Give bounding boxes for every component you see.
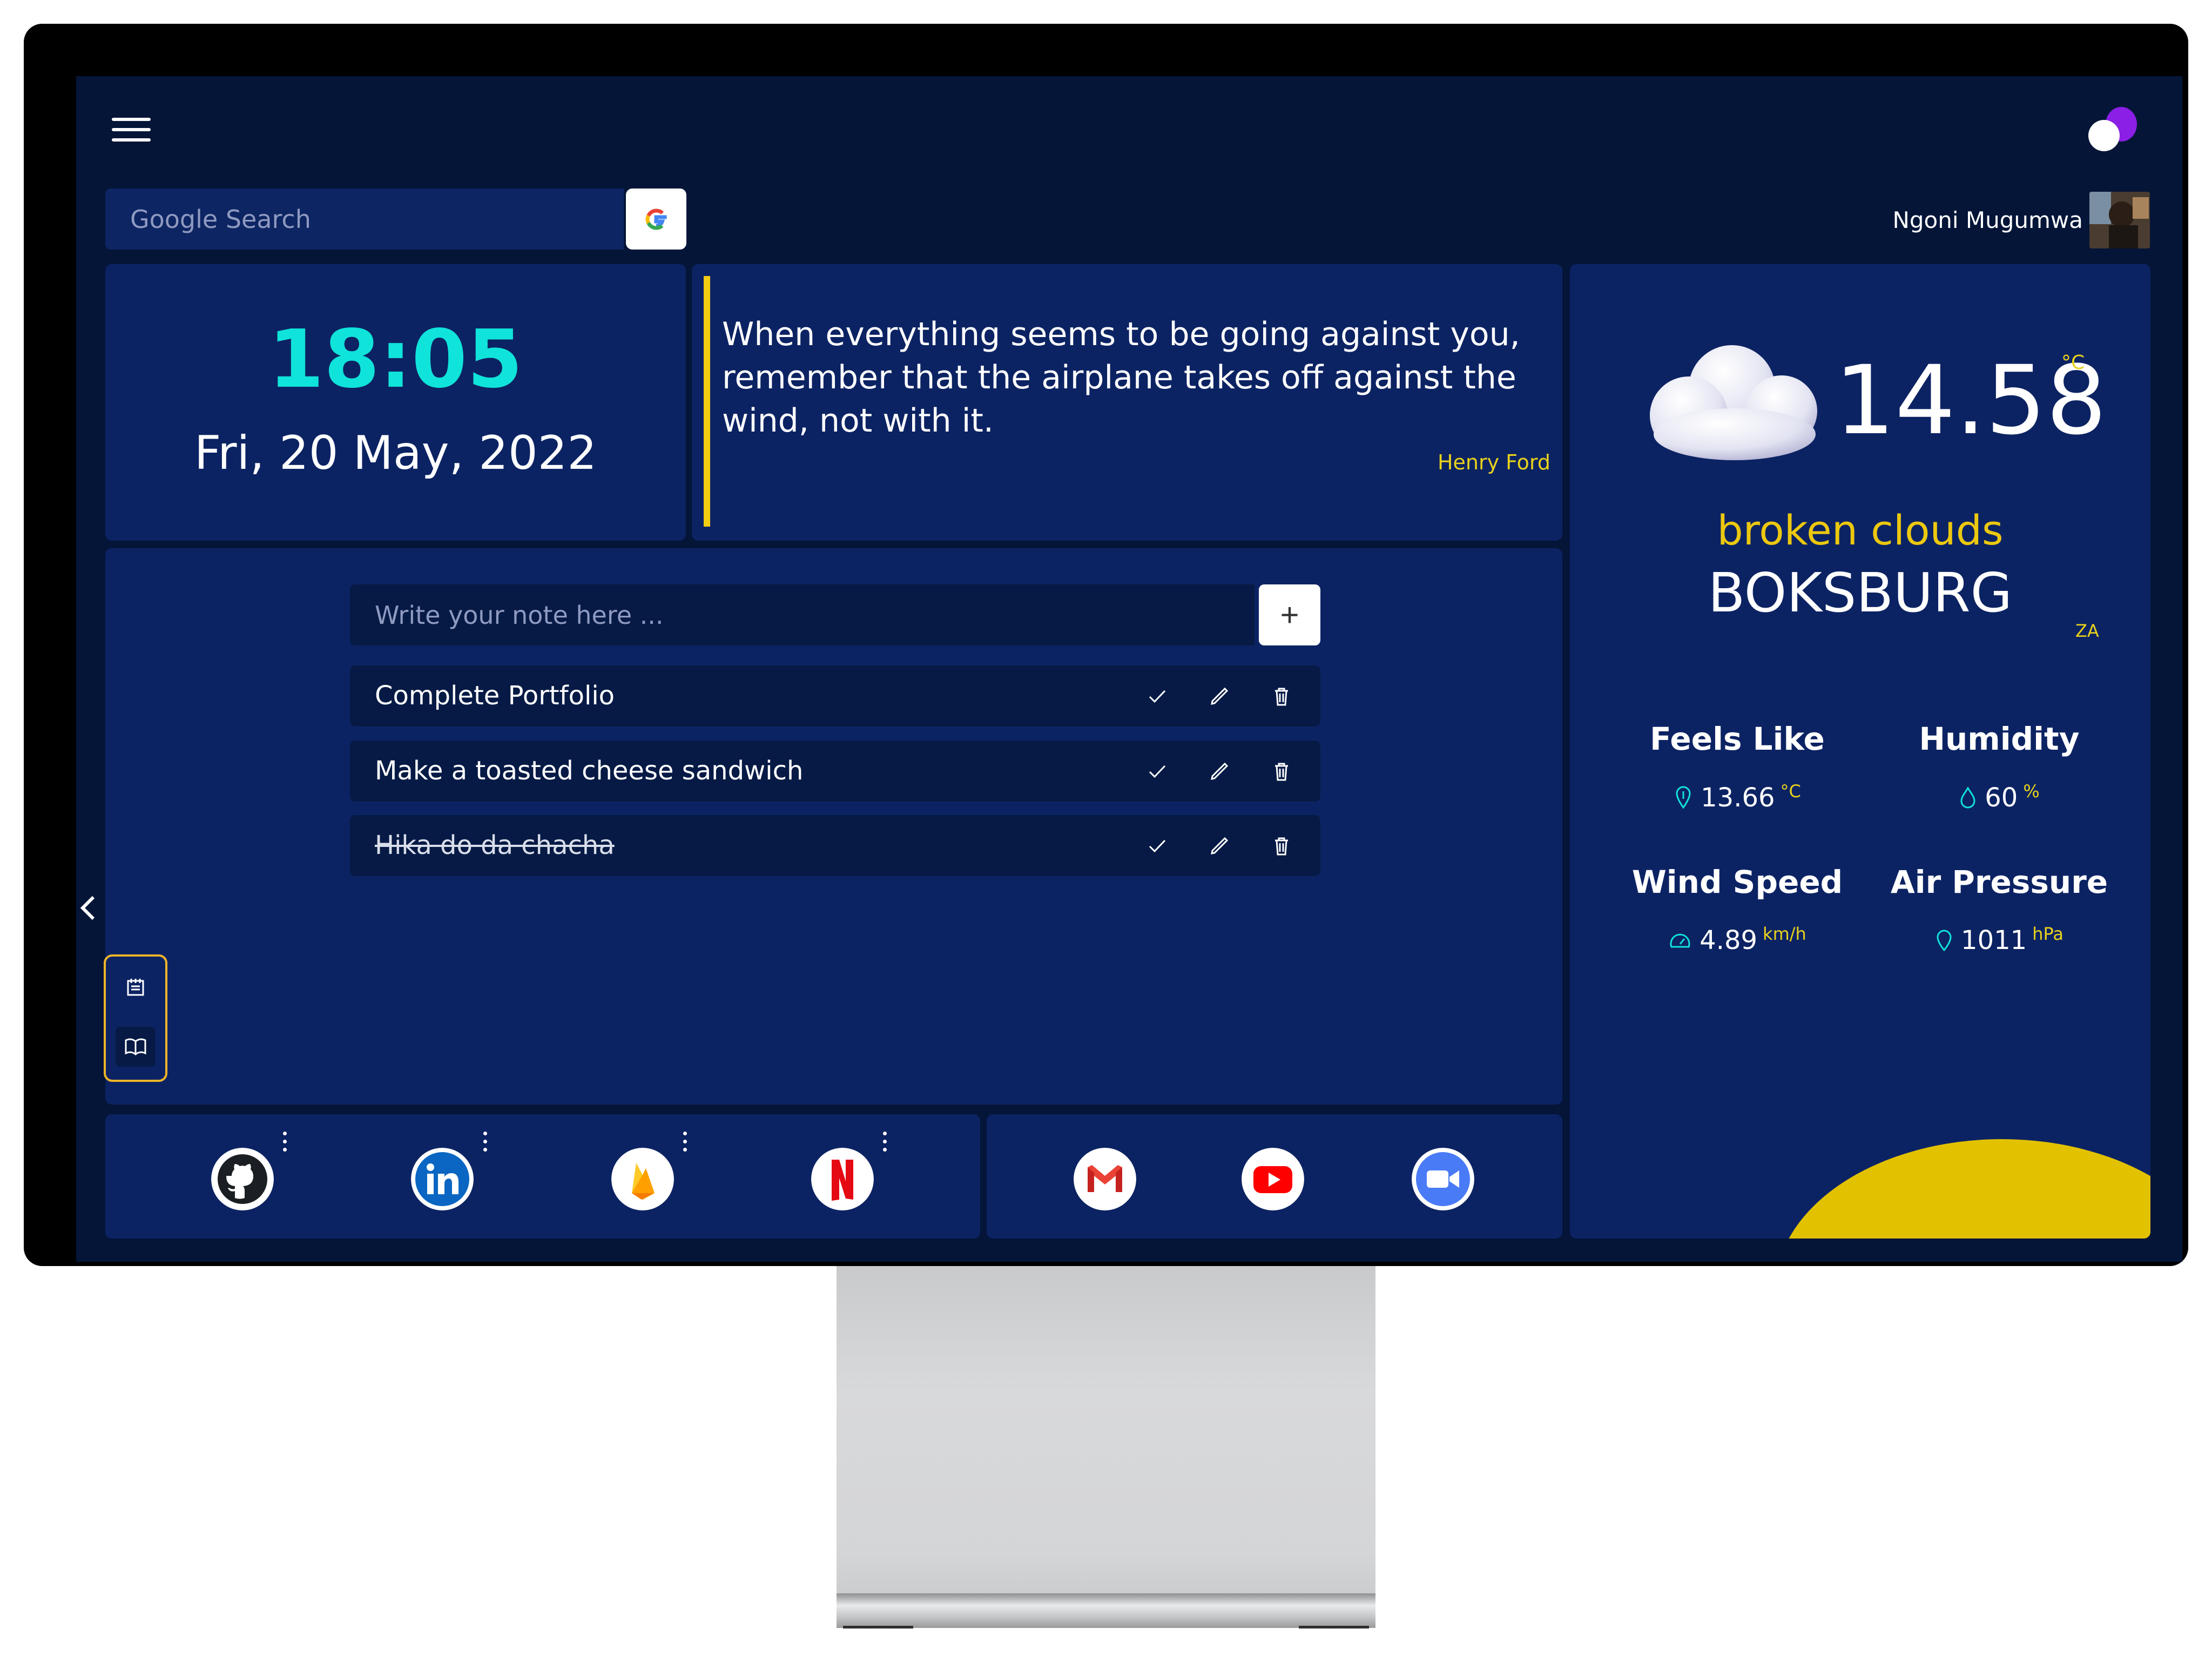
current-date: Fri, 20 May, 2022	[194, 426, 597, 480]
github-icon[interactable]	[211, 1148, 274, 1210]
menu-icon[interactable]	[112, 118, 151, 142]
book-icon[interactable]	[116, 1027, 156, 1067]
humidity-unit: %	[2023, 781, 2040, 802]
list-item: Make a toasted cheese sandwich	[350, 741, 1320, 802]
list-item: Hika do da chacha	[350, 815, 1320, 876]
side-toolbar	[104, 954, 167, 1082]
quote-panel: When everything seems to be going agains…	[692, 264, 1562, 541]
quote-accent-bar	[704, 276, 710, 527]
weather-description: broken clouds	[1717, 506, 2004, 554]
air-pressure-value: 1011	[1961, 925, 2027, 955]
check-icon[interactable]	[1142, 756, 1173, 787]
air-pressure-unit: hPa	[2032, 924, 2063, 944]
note-form: +	[350, 584, 1320, 645]
quote-text: When everything seems to be going agains…	[722, 315, 1520, 440]
wind-speed-label: Wind Speed	[1631, 864, 1843, 900]
humidity-value: 60	[1985, 783, 2018, 813]
netflix-icon[interactable]	[811, 1148, 874, 1210]
apps-panel	[987, 1114, 1562, 1239]
more-options-icon[interactable]	[679, 1132, 690, 1153]
zoom-icon[interactable]	[1412, 1148, 1474, 1210]
user-name: Ngoni Mugumwa	[1892, 207, 2083, 233]
note-text-completed: Hika do da chacha	[375, 830, 615, 860]
air-pressure-stat: 1011 hPa	[1875, 924, 2123, 955]
thermometer-icon	[1676, 786, 1691, 809]
temperature-unit: °C	[2061, 352, 2085, 374]
edit-icon[interactable]	[1204, 756, 1235, 787]
check-icon[interactable]	[1142, 681, 1173, 712]
notes-icon[interactable]	[116, 967, 156, 1007]
feels-like-stat: 13.66 °C	[1613, 781, 1862, 813]
linkedin-icon[interactable]	[411, 1148, 474, 1210]
feels-like-unit: °C	[1780, 781, 1801, 802]
clock-panel: 18:05 Fri, 20 May, 2022	[105, 264, 686, 541]
monitor-stand	[837, 1266, 1375, 1627]
stand-foot-left	[843, 1626, 913, 1628]
google-search-button[interactable]	[626, 189, 686, 250]
trash-icon[interactable]	[1266, 756, 1297, 787]
google-icon	[645, 208, 667, 230]
edit-icon[interactable]	[1204, 681, 1235, 712]
youtube-icon[interactable]	[1242, 1148, 1304, 1210]
dashboard-screen: Ngoni Mugumwa 18:05 Fri, 20 May, 2022 Wh…	[76, 76, 2182, 1262]
feels-like-label: Feels Like	[1650, 721, 1825, 757]
feels-like-value: 13.66	[1701, 783, 1775, 813]
quick-links-panel	[105, 1114, 980, 1239]
sun-arc	[1775, 1139, 2150, 1239]
note-text: Complete Portfolio	[375, 681, 615, 711]
monitor-stand-base	[837, 1593, 1375, 1628]
trash-icon[interactable]	[1266, 830, 1297, 862]
add-note-button[interactable]: +	[1259, 584, 1320, 645]
stand-foot-right	[1299, 1626, 1369, 1628]
humidity-label: Humidity	[1919, 721, 2080, 757]
theme-toggle-icon[interactable]	[2088, 107, 2137, 156]
weather-panel: 14.58 °C broken clouds BOKSBURG ZA Feels…	[1570, 264, 2150, 1239]
city-name: BOKSBURG	[1708, 561, 2013, 624]
user-profile[interactable]: Ngoni Mugumwa	[1892, 192, 2150, 248]
wind-speed-value: 4.89	[1700, 925, 1758, 955]
wind-speed-stat: 4.89 km/h	[1613, 924, 1862, 955]
quote-author: Henry Ford	[1437, 450, 1550, 474]
cloud-icon	[1640, 340, 1824, 464]
avatar[interactable]	[2089, 192, 2150, 248]
check-icon[interactable]	[1142, 830, 1173, 862]
current-time: 18:05	[268, 313, 523, 406]
search-input[interactable]	[105, 189, 624, 250]
more-options-icon[interactable]	[279, 1132, 290, 1153]
country-code: ZA	[2075, 621, 2099, 641]
air-pressure-label: Air Pressure	[1890, 864, 2108, 900]
notes-panel: + Complete Portfolio Make a toasted chee…	[105, 548, 1562, 1105]
note-text: Make a toasted cheese sandwich	[375, 756, 804, 786]
edit-icon[interactable]	[1204, 830, 1235, 862]
list-item: Complete Portfolio	[350, 665, 1320, 726]
wind-speed-unit: km/h	[1763, 924, 1806, 944]
google-search	[105, 189, 686, 250]
note-input[interactable]	[350, 584, 1255, 645]
trash-icon[interactable]	[1266, 681, 1297, 712]
gmail-icon[interactable]	[1074, 1148, 1136, 1210]
water-drop-icon	[1960, 786, 1975, 809]
firebase-icon[interactable]	[611, 1148, 674, 1210]
pressure-icon	[1937, 930, 1952, 952]
chevron-left-icon[interactable]	[76, 886, 100, 930]
monitor-frame: Ngoni Mugumwa 18:05 Fri, 20 May, 2022 Wh…	[24, 24, 2188, 1266]
speedometer-icon	[1670, 933, 1690, 948]
more-options-icon[interactable]	[480, 1132, 490, 1153]
more-options-icon[interactable]	[879, 1132, 890, 1153]
humidity-stat: 60 %	[1875, 781, 2123, 813]
